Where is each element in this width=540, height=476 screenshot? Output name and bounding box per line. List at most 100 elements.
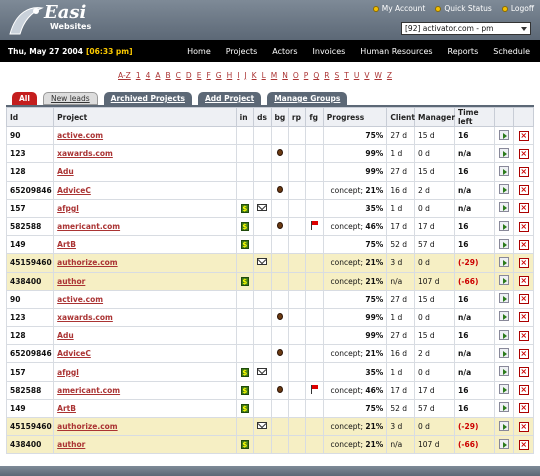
open-arrow-icon[interactable] [499, 366, 510, 377]
delete-x-icon[interactable]: × [518, 421, 529, 432]
nav-schedule[interactable]: Schedule [493, 47, 530, 56]
letter-filter-g[interactable]: G [216, 71, 222, 80]
nav-invoices[interactable]: Invoices [313, 47, 346, 56]
tab-add-project[interactable]: Add Project [198, 92, 262, 105]
letter-filter-i[interactable]: I [237, 71, 239, 80]
letter-filter-k[interactable]: K [252, 71, 257, 80]
col-client[interactable]: Client [386, 107, 415, 127]
delete-x-icon[interactable]: × [518, 221, 529, 232]
open-arrow-icon[interactable] [499, 238, 510, 249]
delete-x-icon[interactable]: × [518, 257, 529, 268]
delete-x-icon[interactable]: × [518, 294, 529, 305]
project-link[interactable]: ArtB [53, 235, 237, 255]
bug-icon[interactable] [276, 349, 283, 357]
project-link[interactable]: active.com [53, 125, 237, 146]
letter-filter-h[interactable]: H [227, 71, 233, 80]
letter-filter-u[interactable]: U [354, 71, 360, 80]
open-arrow-icon[interactable] [499, 402, 510, 413]
col-time-left[interactable]: Time left [453, 107, 495, 127]
letter-filter-4[interactable]: 4 [146, 71, 151, 80]
open-arrow-icon[interactable] [499, 420, 510, 431]
project-link[interactable]: author [53, 435, 237, 455]
letter-filter-b[interactable]: B [166, 71, 171, 80]
letter-filter-z[interactable]: Z [387, 71, 392, 80]
delete-x-icon[interactable]: × [518, 239, 529, 250]
open-arrow-icon[interactable] [499, 438, 510, 449]
delete-x-icon[interactable]: × [518, 312, 529, 323]
letter-filter-n[interactable]: N [282, 71, 288, 80]
invoice-icon[interactable]: $ [240, 367, 249, 377]
project-selector[interactable]: [92] activator.com - pm [401, 22, 531, 35]
project-link[interactable]: AdviceC [53, 180, 237, 200]
col-progress[interactable]: Progress [322, 107, 388, 127]
invoice-icon[interactable]: $ [240, 222, 249, 232]
col-id[interactable]: Id [5, 107, 55, 127]
open-arrow-icon[interactable] [499, 147, 510, 158]
mail-icon[interactable] [257, 422, 268, 430]
col-in[interactable]: in [235, 107, 255, 127]
letter-filter-j[interactable]: J [244, 71, 246, 80]
open-arrow-icon[interactable] [499, 165, 510, 176]
delete-x-icon[interactable]: × [518, 330, 529, 341]
open-arrow-icon[interactable] [499, 347, 510, 358]
project-link[interactable]: Adu [53, 162, 237, 182]
letter-filter-w[interactable]: W [374, 71, 381, 80]
tab-manage-groups[interactable]: Manage Groups [267, 92, 348, 105]
flag-icon[interactable] [310, 221, 319, 231]
mail-icon[interactable] [257, 203, 268, 211]
bug-icon[interactable] [276, 385, 283, 393]
open-arrow-icon[interactable] [499, 275, 510, 286]
project-link[interactable]: author [53, 271, 237, 291]
delete-x-icon[interactable]: × [518, 385, 529, 396]
nav-reports[interactable]: Reports [448, 47, 479, 56]
logoff-link[interactable]: Logoff [501, 4, 534, 13]
col-bg[interactable]: bg [270, 107, 289, 127]
delete-x-icon[interactable]: × [518, 148, 529, 159]
invoice-icon[interactable]: $ [240, 276, 249, 286]
letter-filter-r[interactable]: R [324, 71, 329, 80]
delete-x-icon[interactable]: × [518, 185, 529, 196]
open-arrow-icon[interactable] [499, 384, 510, 395]
project-link[interactable]: ArtB [53, 398, 237, 419]
mail-icon[interactable] [257, 258, 268, 266]
delete-x-icon[interactable]: × [518, 276, 529, 287]
delete-x-icon[interactable]: × [518, 203, 529, 214]
letter-filter-f[interactable]: F [206, 71, 210, 80]
invoice-icon[interactable]: $ [240, 203, 249, 213]
letter-filter-1[interactable]: 1 [136, 71, 141, 80]
project-link[interactable]: authorize.com [53, 253, 237, 273]
bug-icon[interactable] [276, 312, 283, 320]
nav-home[interactable]: Home [187, 47, 211, 56]
letter-filter-m[interactable]: M [271, 71, 277, 80]
project-link[interactable]: afpgl [53, 198, 237, 218]
delete-x-icon[interactable]: × [518, 348, 529, 359]
logo[interactable]: Easi Websites [6, 2, 116, 38]
letter-filter-e[interactable]: E [197, 71, 202, 80]
nav-actors[interactable]: Actors [272, 47, 297, 56]
letter-filter-t[interactable]: T [344, 71, 349, 80]
project-link[interactable]: xawards.com [53, 144, 237, 164]
letter-filter-p[interactable]: P [304, 71, 309, 80]
tab-archived-projects[interactable]: Archived Projects [103, 92, 192, 105]
letter-filter-c[interactable]: C [176, 71, 181, 80]
col-ds[interactable]: ds [253, 107, 272, 127]
invoice-icon[interactable]: $ [240, 240, 249, 250]
open-arrow-icon[interactable] [499, 256, 510, 267]
mail-icon[interactable] [257, 367, 268, 375]
col-manager[interactable]: Manager [414, 107, 455, 127]
nav-projects[interactable]: Projects [226, 47, 258, 56]
open-arrow-icon[interactable] [499, 184, 510, 195]
letter-filter-v[interactable]: V [364, 71, 369, 80]
open-arrow-icon[interactable] [499, 293, 510, 304]
project-link[interactable]: americant.com [53, 380, 237, 400]
letter-filter-q[interactable]: Q [313, 71, 319, 80]
project-link[interactable]: Adu [53, 326, 237, 346]
letter-filter-s[interactable]: S [334, 71, 339, 80]
open-arrow-icon[interactable] [499, 220, 510, 231]
letter-filter-o[interactable]: O [293, 71, 299, 80]
letter-filter-a[interactable]: A [155, 71, 160, 80]
delete-x-icon[interactable]: × [518, 166, 529, 177]
flag-icon[interactable] [310, 384, 319, 394]
tab-all[interactable]: All [12, 92, 37, 105]
project-link[interactable]: AdviceC [53, 344, 237, 364]
